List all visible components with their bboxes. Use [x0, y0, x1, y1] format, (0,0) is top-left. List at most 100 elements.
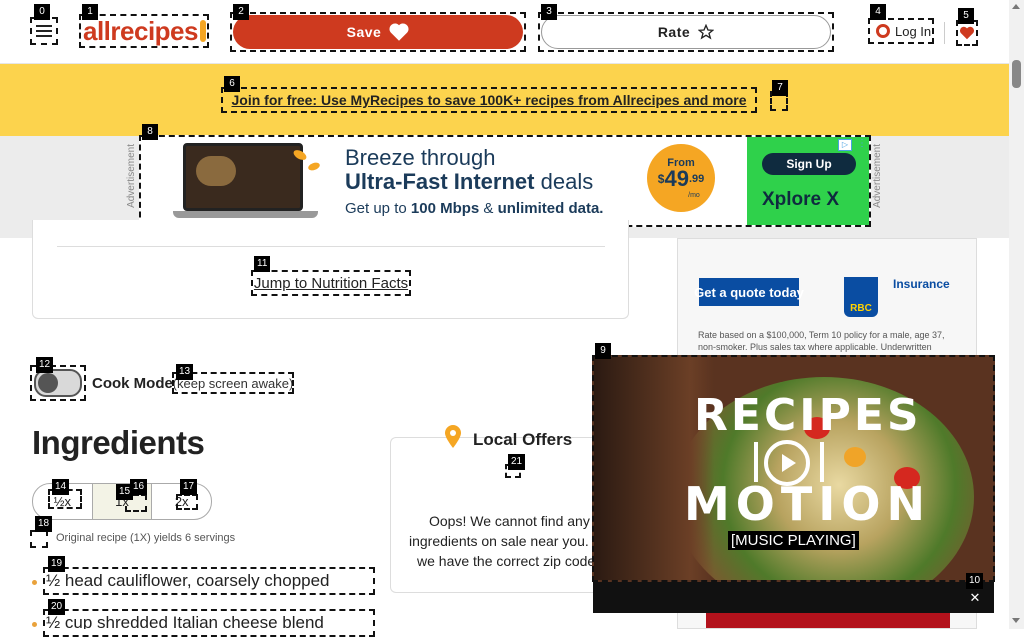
login-button[interactable]: Log In: [868, 18, 934, 44]
ad-sub-bold1: 100 Mbps: [410, 200, 480, 217]
rbc-logo-text: RBC: [850, 303, 872, 314]
top-ad[interactable]: Breeze through Ultra-Fast Internet deals…: [139, 135, 871, 227]
ad-headline-bold: Ultra-Fast Internet: [345, 169, 535, 194]
ad-sub-bold2: unlimited data.: [497, 200, 604, 217]
recipe-details-card: Jump to Nutrition Facts 11: [32, 220, 629, 319]
ad-headline-1: Breeze through: [345, 145, 496, 170]
yield-info-frame[interactable]: [30, 530, 48, 548]
jump-to-nutrition-label: Jump to Nutrition Facts: [253, 274, 409, 292]
save-label: Save: [346, 24, 382, 40]
laptop-image: [173, 143, 323, 223]
marker-label: 10: [966, 573, 984, 589]
yield-note: Original recipe (1X) yields 6 servings: [56, 532, 236, 544]
marker-label: 5: [958, 8, 974, 24]
side-ad-category: Insurance: [893, 277, 950, 291]
cook-mode-label: Cook Mode: [92, 375, 173, 392]
site-header: 0 allrecipes 1 Save 2 Rate 3 Log In 4 5: [0, 0, 1009, 64]
login-label: Log In: [895, 23, 932, 39]
price-per: /mo: [688, 192, 700, 199]
marker-label: 14: [52, 479, 70, 495]
hamburger-icon: [36, 25, 52, 37]
video-caption: [MUSIC PLAYING]: [728, 531, 859, 550]
marker-label: 13: [176, 364, 194, 380]
utensils-icon: [820, 442, 824, 482]
scale-option-frame: [176, 494, 198, 510]
video-title-2: MOTION: [684, 477, 931, 531]
marker-label: 8: [142, 124, 158, 140]
video-close-button[interactable]: ✕: [963, 586, 987, 610]
rate-button[interactable]: Rate: [541, 15, 831, 49]
ad-signup-button[interactable]: Sign Up: [762, 153, 856, 175]
marker-label: 17: [180, 479, 198, 495]
ad-headline-2: Ultra-Fast Internet deals: [345, 169, 593, 195]
ad-brand: Xplore X: [762, 189, 840, 210]
logo-spoon-icon: [199, 20, 206, 42]
ad-sub-prefix: Get up to: [345, 200, 407, 217]
utensils-icon: [754, 442, 758, 482]
marker-label: 12: [36, 357, 54, 373]
ad-choices-icon[interactable]: ▷: [838, 139, 852, 151]
close-icon: ✕: [969, 590, 981, 605]
ad-side-label: Advertisement: [872, 144, 883, 208]
scroll-up-icon[interactable]: [1012, 4, 1020, 9]
ingredient-bullet: [32, 622, 37, 627]
site-logo[interactable]: allrecipes: [79, 14, 209, 48]
user-icon: [876, 24, 890, 38]
ad-sub-amp: &: [483, 200, 494, 217]
side-ad-fine-print: Rate based on a $100,000, Term 10 policy…: [698, 329, 945, 353]
header-divider: [944, 22, 945, 44]
cook-mode-toggle[interactable]: [34, 369, 82, 397]
join-link[interactable]: Join for free: Use MyRecipes to save 100…: [221, 87, 757, 113]
marker-label: 0: [34, 4, 50, 20]
jump-to-nutrition-link[interactable]: Jump to Nutrition Facts: [251, 270, 411, 296]
marker-label: 3: [541, 4, 557, 20]
video-title-1: RECIPES: [694, 390, 922, 441]
toggle-knob: [38, 373, 58, 393]
ingredient-item: ½ cup shredded Italian cheese blend: [46, 613, 324, 629]
location-pin-icon: [445, 425, 461, 448]
xplore-panel: Sign Up Xplore X: [747, 137, 869, 225]
price-main: 49: [664, 166, 689, 191]
save-button[interactable]: Save: [233, 15, 523, 49]
quote-button-label: Get a quote today: [694, 284, 804, 300]
video-player[interactable]: RECIPES MOTION [MUSIC PLAYING]: [592, 355, 995, 582]
price-cents: .99: [688, 173, 705, 185]
marker-label: 4: [870, 4, 886, 20]
marker-label: 9: [595, 343, 611, 359]
heart-icon: [389, 23, 409, 41]
marker-label: 16: [130, 479, 148, 495]
join-link-text: Join for free: Use MyRecipes to save 100…: [231, 92, 747, 108]
marker-label: 18: [35, 516, 53, 532]
marker-label: 1: [82, 4, 98, 20]
fine-print-1: Rate based on a $100,000, Term 10 policy…: [698, 330, 945, 340]
marker-label: 19: [48, 556, 66, 572]
ad-menu-icon[interactable]: ⋮: [857, 139, 867, 151]
heart-icon: [960, 26, 974, 40]
tomato-shape: [844, 447, 866, 467]
price-value: $49.99: [647, 166, 715, 192]
quote-button[interactable]: Get a quote today: [694, 278, 804, 306]
price-badge: From $49.99 /mo: [647, 144, 715, 212]
marker-label: 2: [233, 4, 249, 20]
rbc-logo: RBC: [844, 277, 878, 317]
menu-button[interactable]: [30, 17, 58, 45]
rate-label: Rate: [657, 24, 691, 40]
scroll-down-icon[interactable]: [1012, 618, 1020, 623]
ingredient-item: ½ head cauliflower, coarsely chopped: [46, 571, 330, 590]
logo-text: allrecipes: [83, 15, 198, 46]
scrollbar-thumb[interactable]: [1012, 60, 1021, 88]
marker-label: 7: [772, 80, 788, 96]
ad-side-label: Advertisement: [126, 144, 137, 208]
marker-label: 11: [254, 256, 271, 272]
ad-headline-tail: deals: [540, 169, 594, 194]
page-scrollbar[interactable]: [1009, 0, 1024, 629]
star-icon: [698, 24, 715, 40]
marker-label: 21: [508, 454, 526, 470]
ad-signup-label: Sign Up: [786, 157, 832, 171]
ingredient-bullet: [32, 580, 37, 585]
marker-label: 6: [224, 76, 240, 92]
marker-label: 20: [48, 599, 66, 615]
video-player-bar: [593, 580, 994, 613]
card-divider: [57, 246, 605, 247]
